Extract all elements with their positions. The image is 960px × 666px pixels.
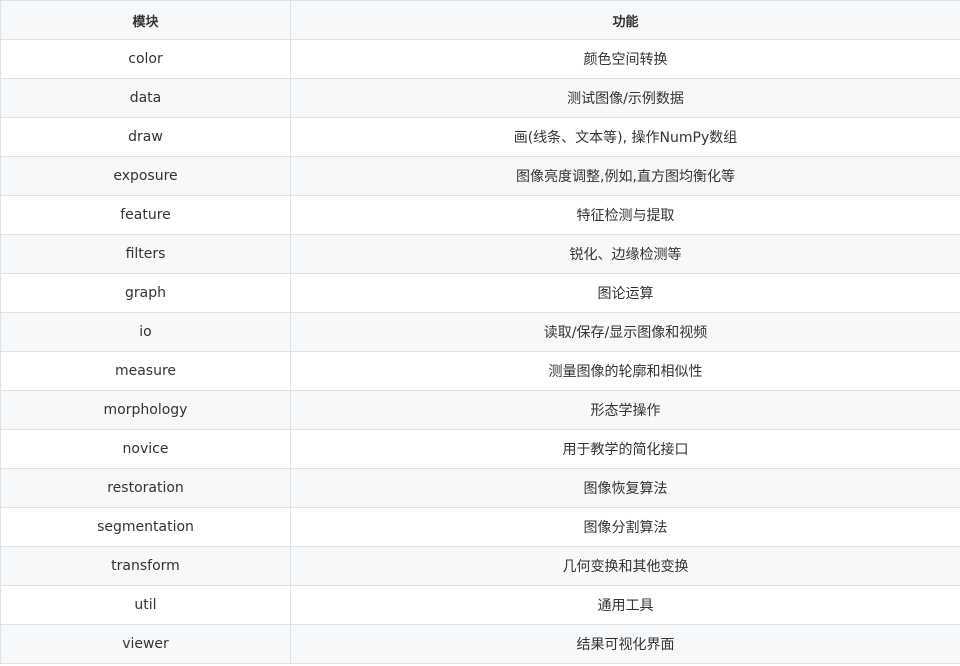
module-cell: io (0, 312, 291, 352)
table-row: viewer 结果可视化界面 (0, 624, 960, 664)
table-row: data 测试图像/示例数据 (0, 78, 960, 118)
module-function-table: 模块 功能 color 颜色空间转换 data 测试图像/示例数据 draw 画… (0, 0, 960, 664)
table-row: restoration 图像恢复算法 (0, 468, 960, 508)
table-row: io 读取/保存/显示图像和视频 (0, 312, 960, 352)
table-row: graph 图论运算 (0, 273, 960, 313)
table-row: transform 几何变换和其他变换 (0, 546, 960, 586)
module-cell: graph (0, 273, 291, 313)
header-row: 模块 功能 (0, 0, 960, 40)
module-cell: data (0, 78, 291, 118)
module-cell: segmentation (0, 507, 291, 547)
module-cell: transform (0, 546, 291, 586)
function-cell: 测试图像/示例数据 (290, 78, 960, 118)
module-cell: draw (0, 117, 291, 157)
module-cell: util (0, 585, 291, 625)
table-row: morphology 形态学操作 (0, 390, 960, 430)
function-cell: 测量图像的轮廓和相似性 (290, 351, 960, 391)
function-cell: 形态学操作 (290, 390, 960, 430)
table-row: filters 锐化、边缘检测等 (0, 234, 960, 274)
function-cell: 颜色空间转换 (290, 39, 960, 79)
function-cell: 结果可视化界面 (290, 624, 960, 664)
module-cell: exposure (0, 156, 291, 196)
function-cell: 图像恢复算法 (290, 468, 960, 508)
function-cell: 特征检测与提取 (290, 195, 960, 235)
table-row: feature 特征检测与提取 (0, 195, 960, 235)
module-cell: morphology (0, 390, 291, 430)
table-header: 模块 功能 (0, 0, 960, 40)
table-row: util 通用工具 (0, 585, 960, 625)
module-cell: viewer (0, 624, 291, 664)
module-cell: novice (0, 429, 291, 469)
function-cell: 画(线条、文本等), 操作NumPy数组 (290, 117, 960, 157)
table-row: novice 用于教学的简化接口 (0, 429, 960, 469)
function-cell: 图论运算 (290, 273, 960, 313)
function-cell: 读取/保存/显示图像和视频 (290, 312, 960, 352)
module-cell: feature (0, 195, 291, 235)
module-cell: filters (0, 234, 291, 274)
table-row: color 颜色空间转换 (0, 39, 960, 79)
module-cell: color (0, 39, 291, 79)
function-cell: 图像亮度调整,例如,直方图均衡化等 (290, 156, 960, 196)
header-function: 功能 (290, 0, 960, 40)
function-cell: 用于教学的简化接口 (290, 429, 960, 469)
module-cell: measure (0, 351, 291, 391)
function-cell: 几何变换和其他变换 (290, 546, 960, 586)
module-cell: restoration (0, 468, 291, 508)
function-cell: 通用工具 (290, 585, 960, 625)
header-module: 模块 (0, 0, 291, 40)
table-row: exposure 图像亮度调整,例如,直方图均衡化等 (0, 156, 960, 196)
table-body: color 颜色空间转换 data 测试图像/示例数据 draw 画(线条、文本… (0, 39, 960, 664)
table-row: measure 测量图像的轮廓和相似性 (0, 351, 960, 391)
table-row: draw 画(线条、文本等), 操作NumPy数组 (0, 117, 960, 157)
function-cell: 图像分割算法 (290, 507, 960, 547)
function-cell: 锐化、边缘检测等 (290, 234, 960, 274)
table-row: segmentation 图像分割算法 (0, 507, 960, 547)
